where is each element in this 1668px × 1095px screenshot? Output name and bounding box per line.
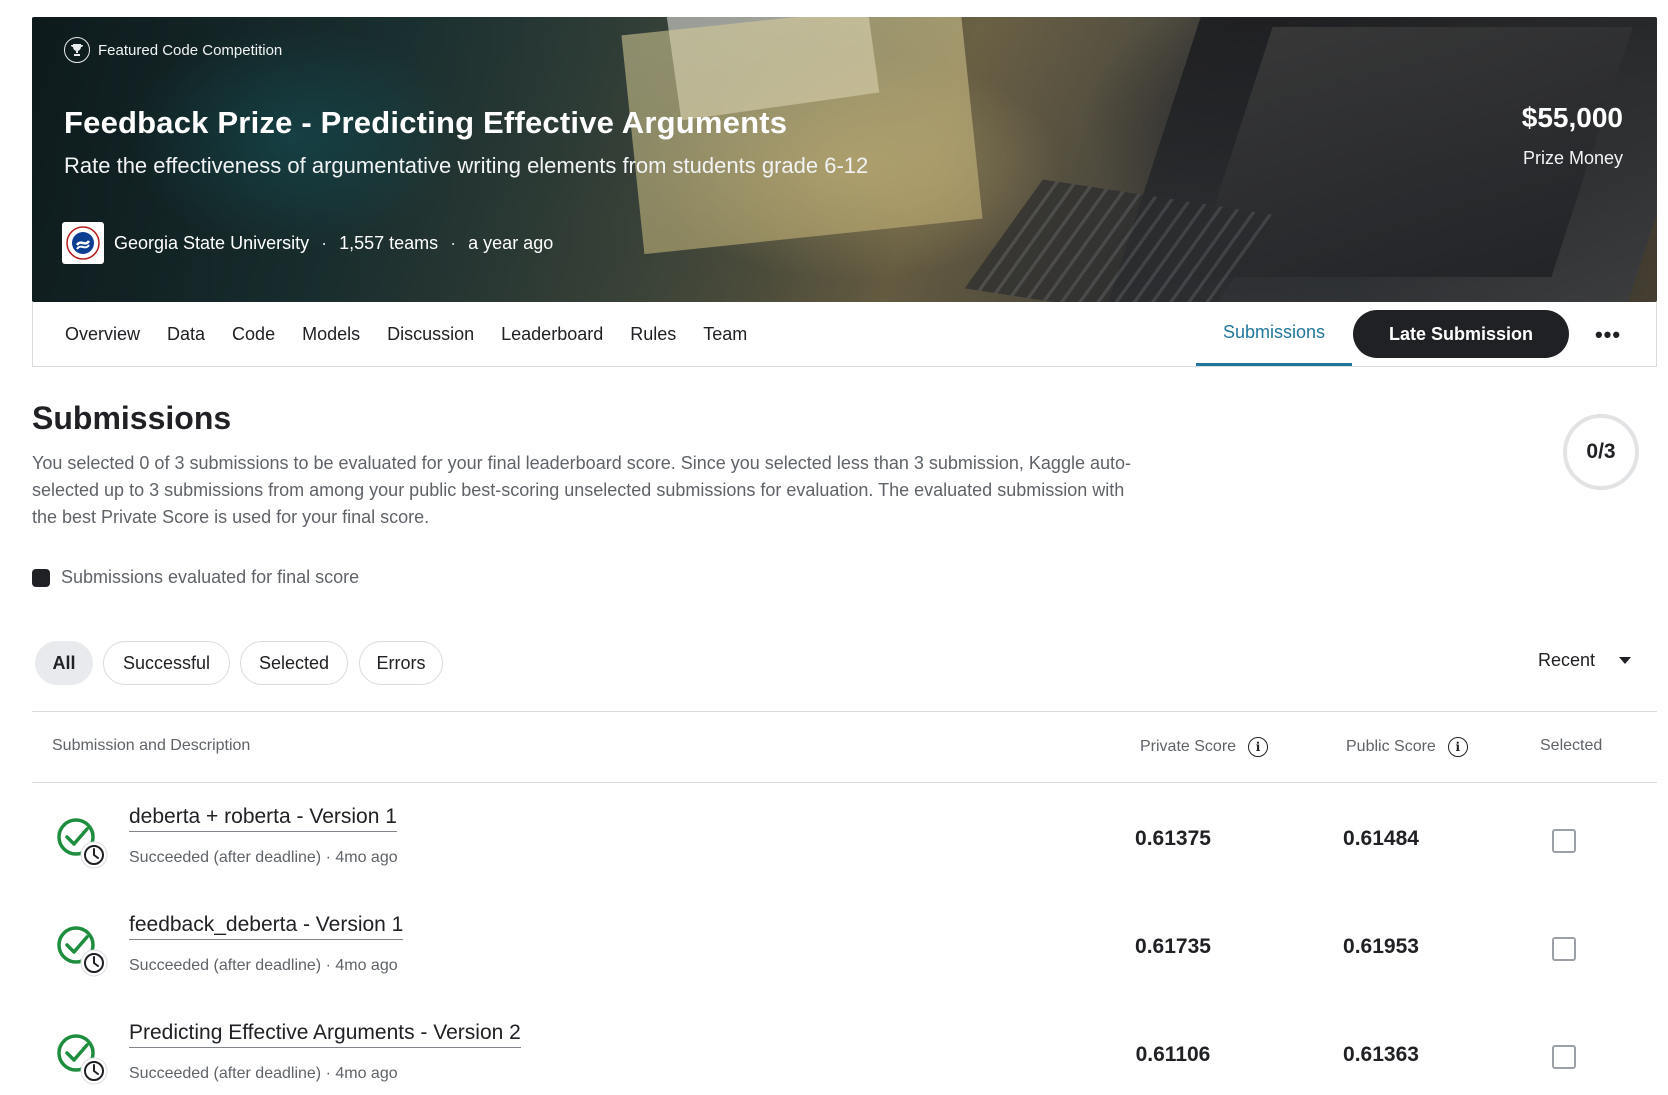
select-checkbox[interactable]: [1552, 1045, 1576, 1069]
filter-selected[interactable]: Selected: [240, 641, 348, 685]
host-info: Georgia State University · 1,557 teams ·…: [62, 222, 553, 264]
legend-label: Submissions evaluated for final score: [61, 567, 360, 587]
competition-age: a year ago: [468, 232, 554, 253]
competition-type-label: Featured Code Competition: [98, 41, 283, 59]
sort-dropdown[interactable]: Recent: [1538, 650, 1632, 671]
public-score: 0.61363: [1343, 1043, 1419, 1066]
submission-title[interactable]: feedback_deberta - Version 1: [129, 913, 404, 940]
column-header-description: Submission and Description: [52, 737, 250, 755]
submission-status: Succeeded (after deadline) · 4mo ago: [129, 849, 398, 866]
private-score: 0.61106: [1135, 1043, 1211, 1066]
info-icon[interactable]: i: [1248, 737, 1269, 757]
submission-status: Succeeded (after deadline) · 4mo ago: [129, 957, 398, 974]
sort-label: Recent: [1538, 650, 1596, 670]
filter-errors[interactable]: Errors: [359, 641, 443, 685]
info-icon[interactable]: i: [1447, 737, 1468, 757]
tab-leaderboard[interactable]: Leaderboard: [501, 324, 603, 345]
banner-content: Featured Code Competition Feedback Prize…: [32, 17, 1657, 302]
tab-submissions[interactable]: Submissions: [1196, 302, 1352, 366]
divider: [32, 711, 1657, 712]
prize-label: Prize Money: [1522, 148, 1623, 168]
trophy-icon: [64, 37, 90, 63]
column-header-label: Private Score: [1140, 738, 1237, 755]
check-clock-icon: [57, 818, 108, 869]
check-clock-icon: [57, 1034, 108, 1085]
filter-successful[interactable]: Successful: [103, 641, 230, 685]
page-title: Submissions: [32, 400, 232, 436]
column-header-label: Public Score: [1346, 738, 1436, 755]
selection-counter: 0/3: [1563, 414, 1639, 490]
filter-all[interactable]: All: [35, 641, 93, 685]
tab-data[interactable]: Data: [167, 324, 205, 345]
column-header-label: Submission and Description: [52, 737, 251, 754]
tab-team[interactable]: Team: [703, 324, 747, 345]
tab-list: Overview Data Code Models Discussion Lea…: [65, 302, 747, 366]
host-name[interactable]: Georgia State University: [114, 233, 309, 254]
public-score: 0.61953: [1343, 935, 1419, 958]
separator: ·: [321, 232, 328, 253]
column-header-private-score: Private Score i: [1140, 737, 1269, 757]
more-options-icon[interactable]: •••: [1588, 320, 1628, 350]
competition-type: Featured Code Competition: [64, 37, 282, 63]
separator: ·: [450, 232, 457, 253]
tab-overview[interactable]: Overview: [65, 324, 140, 345]
submission-title[interactable]: deberta + roberta - Version 1: [129, 805, 397, 832]
column-header-selected: Selected: [1540, 737, 1602, 755]
column-header-label: Selected: [1540, 737, 1603, 754]
competition-title: Feedback Prize - Predicting Effective Ar…: [64, 105, 788, 140]
private-score: 0.61735: [1135, 935, 1211, 958]
legend-swatch: [32, 568, 50, 587]
table-row: deberta + roberta - Version 1 Succeeded …: [32, 791, 1657, 891]
divider: [32, 782, 1657, 783]
check-clock-icon: [57, 926, 108, 977]
competition-subtitle: Rate the effectiveness of argumentative …: [64, 153, 869, 178]
prize-info: $55,000 Prize Money: [1522, 102, 1623, 169]
table-row: Predicting Effective Arguments - Version…: [32, 1007, 1657, 1095]
final-score-legend: Submissions evaluated for final score: [32, 567, 359, 588]
public-score: 0.61484: [1343, 827, 1419, 850]
tab-models[interactable]: Models: [302, 324, 360, 345]
team-count: 1,557 teams: [339, 232, 439, 253]
submission-status: Succeeded (after deadline) · 4mo ago: [129, 1065, 398, 1082]
competition-tabbar: Overview Data Code Models Discussion Lea…: [32, 302, 1657, 367]
chevron-down-icon: [1619, 657, 1632, 664]
column-header-public-score: Public Score i: [1346, 737, 1468, 757]
private-score: 0.61375: [1135, 827, 1211, 850]
tab-discussion[interactable]: Discussion: [387, 324, 474, 345]
select-checkbox[interactable]: [1552, 829, 1576, 853]
submissions-description: You selected 0 of 3 submissions to be ev…: [32, 453, 1131, 527]
submission-title[interactable]: Predicting Effective Arguments - Version…: [129, 1021, 521, 1048]
host-logo[interactable]: [62, 222, 104, 264]
tab-rules[interactable]: Rules: [630, 324, 676, 345]
prize-amount: $55,000: [1521, 102, 1623, 133]
late-submission-button[interactable]: Late Submission: [1353, 310, 1569, 358]
competition-header-banner: Featured Code Competition Feedback Prize…: [32, 17, 1657, 302]
table-row: feedback_deberta - Version 1 Succeeded (…: [32, 899, 1657, 999]
select-checkbox[interactable]: [1552, 937, 1576, 961]
tab-code[interactable]: Code: [232, 324, 275, 345]
